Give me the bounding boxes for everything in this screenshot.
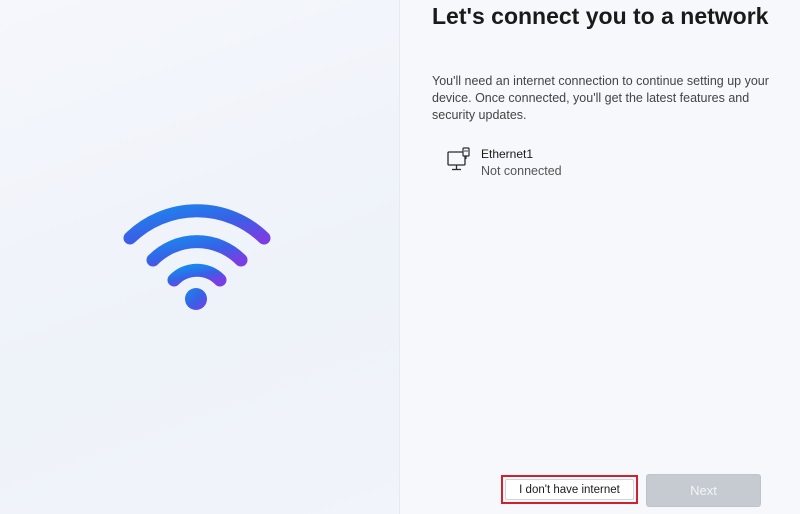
page-description: You'll need an internet connection to co…	[432, 74, 769, 122]
network-name: Ethernet1	[481, 147, 534, 161]
network-status: Not connected	[481, 164, 562, 178]
oobe-network-screen: Let's connect you to a network You'll ne…	[0, 0, 800, 514]
illustration-panel	[0, 0, 400, 514]
network-item-text: Ethernet1 Not connected	[481, 146, 562, 180]
ethernet-icon	[447, 147, 470, 171]
next-button[interactable]: Next	[646, 474, 761, 507]
network-item-ethernet1[interactable]: Ethernet1 Not connected	[446, 146, 646, 186]
no-internet-button[interactable]: I don't have internet	[505, 479, 634, 500]
wifi-icon	[123, 204, 271, 310]
page-title: Let's connect you to a network	[432, 3, 769, 29]
